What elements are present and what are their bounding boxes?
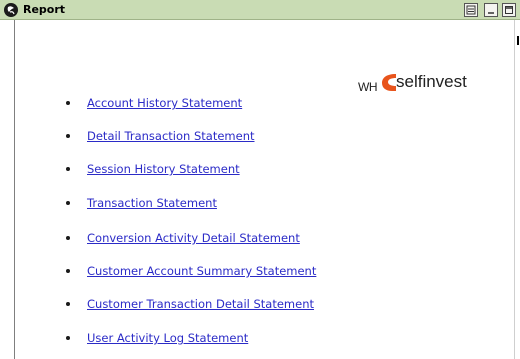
bullet-icon xyxy=(66,336,70,340)
logo-mark-icon xyxy=(382,74,396,91)
transaction-statement-link[interactable]: Transaction Statement xyxy=(87,196,217,210)
logo-name: selfinvest xyxy=(396,72,467,91)
frame-left-border xyxy=(14,20,15,359)
title-bar[interactable]: Report xyxy=(0,0,520,20)
bullet-icon xyxy=(66,201,70,205)
list-item: User Activity Log Statement xyxy=(66,330,248,346)
list-item: Customer Account Summary Statement xyxy=(66,263,316,279)
list-item: Customer Transaction Detail Statement xyxy=(66,296,314,312)
bullet-icon xyxy=(66,134,70,138)
user-activity-log-statement-link[interactable]: User Activity Log Statement xyxy=(87,331,248,345)
account-history-statement-link[interactable]: Account History Statement xyxy=(87,96,242,110)
logo-prefix: WH xyxy=(358,80,378,94)
customer-account-summary-statement-link[interactable]: Customer Account Summary Statement xyxy=(87,264,316,278)
minimize-restore-button[interactable] xyxy=(464,3,478,17)
bullet-icon xyxy=(66,269,70,273)
company-logo: WH selfinvest xyxy=(358,68,478,98)
bullet-icon xyxy=(66,167,70,171)
minimize-restore-icon xyxy=(466,5,476,15)
list-item: Conversion Activity Detail Statement xyxy=(66,230,300,246)
report-window: Report WH selfinvest Account History Sta… xyxy=(0,0,520,359)
list-item: Detail Transaction Statement xyxy=(66,128,255,144)
minimize-button[interactable] xyxy=(484,3,498,17)
list-item: Transaction Statement xyxy=(66,195,217,211)
bullet-icon xyxy=(66,101,70,105)
bullet-icon xyxy=(66,302,70,306)
minimize-icon xyxy=(488,12,494,14)
customer-transaction-detail-statement-link[interactable]: Customer Transaction Detail Statement xyxy=(87,297,314,311)
scrollbar-track[interactable] xyxy=(514,20,520,359)
session-history-statement-link[interactable]: Session History Statement xyxy=(87,162,240,176)
scrollbar-thumb[interactable] xyxy=(517,36,519,45)
app-icon[interactable] xyxy=(4,3,18,17)
window-title: Report xyxy=(23,3,66,16)
detail-transaction-statement-link[interactable]: Detail Transaction Statement xyxy=(87,129,255,143)
conversion-activity-detail-statement-link[interactable]: Conversion Activity Detail Statement xyxy=(87,231,300,245)
bullet-icon xyxy=(66,236,70,240)
maximize-icon xyxy=(505,6,513,14)
list-item: Account History Statement xyxy=(66,95,242,111)
list-item: Session History Statement xyxy=(66,161,240,177)
maximize-button[interactable] xyxy=(502,3,516,17)
